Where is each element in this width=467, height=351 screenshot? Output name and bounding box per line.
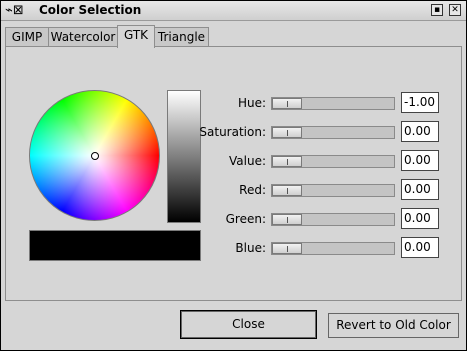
blue-slider[interactable] [271,242,395,255]
saturation-input[interactable]: 0.00 [401,121,439,142]
tab-gtk[interactable]: GTK [117,25,155,48]
value-slider-thumb[interactable] [272,156,302,167]
tab-triangle[interactable]: Triangle [154,27,209,47]
blue-input[interactable]: 0.00 [401,237,439,258]
green-slider[interactable] [271,213,395,226]
green-label: Green: [225,212,266,226]
hue-input[interactable]: -1.00 [401,92,439,113]
value-label: Value: [229,154,266,168]
tab-gimp[interactable]: GIMP [5,27,49,47]
color-wheel-marker[interactable] [91,152,99,160]
saturation-label: Saturation: [199,125,266,139]
tab-watercolor[interactable]: Watercolor [48,27,118,47]
close-icon[interactable]: ✕ [449,4,461,16]
red-slider[interactable] [271,184,395,197]
hue-slider[interactable] [271,97,395,110]
saturation-slider[interactable] [271,126,395,139]
close-button[interactable]: Close [180,310,317,339]
gimp-brush-icon: ⌁⊠ [5,3,24,18]
red-slider-thumb[interactable] [272,185,302,196]
saturation-slider-thumb[interactable] [272,127,302,138]
blue-slider-thumb[interactable] [272,243,302,254]
green-input[interactable]: 0.00 [401,208,439,229]
color-selection-window: ⌁⊠ Color Selection ▪ ✕ GIMP Watercolor G… [0,0,467,351]
maximize-icon[interactable]: ▪ [431,4,443,16]
hue-label: Hue: [237,96,266,110]
window-title: Color Selection [39,3,142,17]
revert-button[interactable]: Revert to Old Color [328,313,459,338]
hue-slider-thumb[interactable] [272,98,302,109]
value-input[interactable]: 0.00 [401,150,439,171]
title-bar[interactable]: ⌁⊠ Color Selection ▪ ✕ [1,1,466,21]
value-slider[interactable] [271,155,395,168]
red-label: Red: [239,183,266,197]
green-slider-thumb[interactable] [272,214,302,225]
blue-label: Blue: [235,241,266,255]
red-input[interactable]: 0.00 [401,179,439,200]
